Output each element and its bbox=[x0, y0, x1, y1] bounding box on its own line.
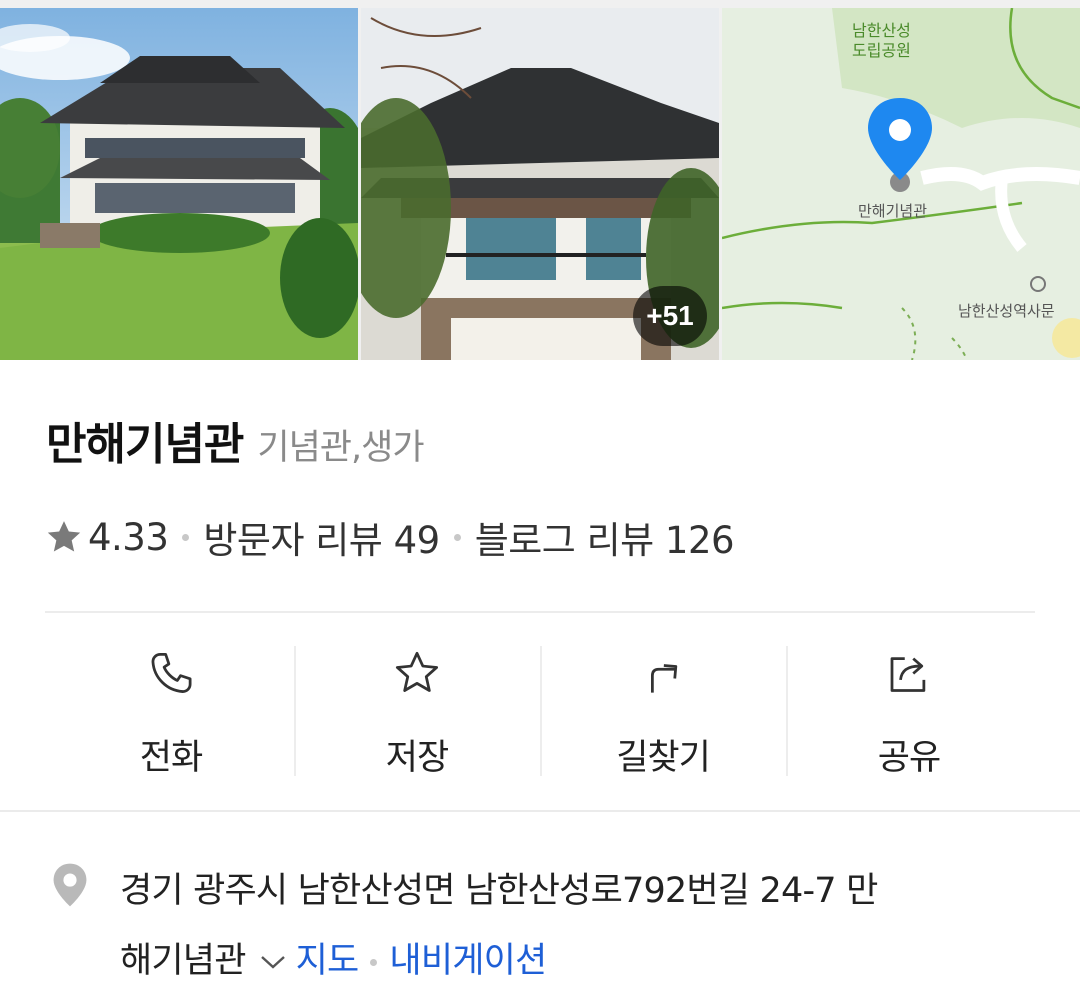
map-link[interactable]: 지도 bbox=[296, 941, 360, 981]
share-button-label: 공유 bbox=[877, 738, 941, 778]
photo-building-lawn[interactable] bbox=[0, 8, 358, 360]
address-line-2: 해기념관 bbox=[120, 941, 246, 981]
share-icon bbox=[890, 657, 926, 692]
place-name: 만해기념관 bbox=[46, 419, 244, 470]
share-button[interactable]: 공유 bbox=[786, 640, 1032, 780]
place-category: 기념관,생가 bbox=[257, 428, 424, 468]
separator-dot bbox=[182, 533, 190, 541]
chevron-down-icon[interactable] bbox=[256, 951, 290, 973]
map-museum-label: 남한산성역사문 bbox=[958, 302, 1055, 320]
star-outline-icon bbox=[395, 651, 439, 692]
photo-building-lawn-image bbox=[0, 8, 358, 360]
directions-icon bbox=[650, 664, 678, 693]
map-park-label-1: 남한산성 bbox=[852, 21, 911, 40]
photo-strip: +51 남한산성 도립공원 만해기념관 남한산성역사문 bbox=[0, 0, 1080, 360]
address-line-1: 경기 광주시 남한산성면 남한산성로792번길 24-7 만 bbox=[120, 871, 878, 911]
navigation-link[interactable]: 내비게이션 bbox=[389, 941, 547, 981]
address-text: 경기 광주시 남한산성면 남한산성로792번길 24-7 만 해기념관 지도 내비게… bbox=[120, 856, 1048, 996]
call-button-label: 전화 bbox=[139, 738, 203, 778]
phone-icon bbox=[151, 652, 192, 693]
location-pin-icon bbox=[53, 863, 87, 907]
action-bar: 전화 저장 길찾기 공유 bbox=[48, 640, 1032, 780]
star-rating-icon bbox=[47, 521, 81, 552]
save-button-label: 저장 bbox=[385, 738, 449, 778]
more-photos-badge[interactable]: +51 bbox=[633, 286, 707, 346]
section-divider bbox=[0, 810, 1080, 812]
directions-button[interactable]: 길찾기 bbox=[540, 640, 786, 780]
visitor-reviews-link[interactable]: 방문자 리뷰 49 bbox=[203, 510, 440, 564]
photo-building-closeup[interactable]: +51 bbox=[361, 8, 719, 360]
map-thumbnail-image: 남한산성 도립공원 만해기념관 남한산성역사문 bbox=[722, 8, 1080, 360]
blog-reviews-link[interactable]: 블로그 리뷰 126 bbox=[475, 510, 735, 564]
separator-dot bbox=[370, 958, 378, 966]
place-title-row: 만해기념관 기념관,생가 bbox=[46, 408, 425, 472]
save-button[interactable]: 저장 bbox=[294, 640, 540, 780]
divider bbox=[45, 611, 1035, 613]
call-button[interactable]: 전화 bbox=[48, 640, 294, 780]
map-thumbnail[interactable]: 남한산성 도립공원 만해기념관 남한산성역사문 bbox=[722, 8, 1080, 360]
address-block: 경기 광주시 남한산성면 남한산성로792번길 24-7 만 해기념관 지도 내비게… bbox=[48, 856, 1048, 996]
map-park-label-2: 도립공원 bbox=[852, 41, 911, 60]
separator-dot bbox=[453, 533, 461, 541]
map-poi-label: 만해기념관 bbox=[858, 202, 927, 220]
rating-score: 4.33 bbox=[88, 515, 169, 559]
rating-row: 4.33 방문자 리뷰 49 블로그 리뷰 126 bbox=[44, 510, 735, 564]
directions-button-label: 길찾기 bbox=[616, 738, 711, 778]
